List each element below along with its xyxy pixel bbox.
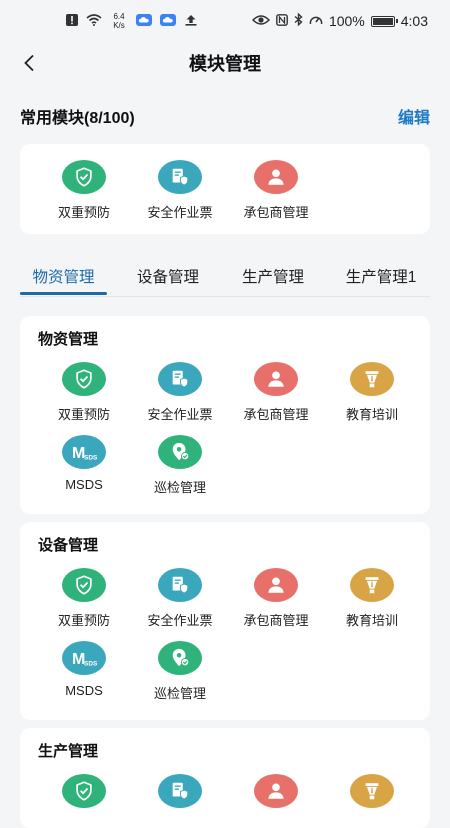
common-modules-header: 常用模块(8/100) 编辑: [20, 100, 430, 132]
status-right: 100% 4:03: [251, 12, 428, 29]
module-anquan[interactable]: 安全作业票: [132, 362, 228, 423]
wifi-icon: [86, 13, 102, 29]
map-pin-check-icon: [158, 435, 202, 469]
shield-check-icon: [62, 568, 106, 602]
document-shield-icon: [158, 774, 202, 808]
section-grid: 双重预防 安全作业票 承包商管理 教育培训 M SDS MSDS 巡检管理: [36, 568, 420, 702]
battery-percent: 100%: [328, 13, 365, 29]
module-xunjian[interactable]: 巡检管理: [132, 641, 228, 702]
map-pin-check-icon: [158, 641, 202, 675]
net-speed-unit: K/s: [113, 21, 125, 30]
section-card-wuzi: 物资管理 双重预防 安全作业票 承包商管理 教育培训 M SDS MSDS 巡检…: [20, 316, 430, 514]
shield-check-icon: [62, 160, 106, 194]
alert-icon: [66, 13, 78, 29]
msds-icon: M SDS: [62, 435, 106, 469]
person-icon: [254, 774, 298, 808]
module-label: 教育培训: [345, 407, 398, 422]
title-bar: 模块管理: [0, 42, 450, 84]
shield-check-icon: [62, 774, 106, 808]
msds-icon: M SDS: [62, 641, 106, 675]
battery-icon: [370, 15, 398, 27]
upload-icon: [184, 13, 198, 29]
svg-text:SDS: SDS: [84, 661, 97, 668]
module-jiaoyu[interactable]: 教育培训: [324, 362, 420, 423]
cloud-sync-icon: [160, 13, 176, 29]
module-label: 安全作业票: [147, 205, 213, 220]
module-chengbao[interactable]: 承包商管理: [228, 160, 324, 221]
tab-shengchan[interactable]: 生产管理: [229, 256, 317, 296]
category-tabs: 物资管理 设备管理 生产管理 生产管理1: [20, 256, 430, 297]
speedometer-icon: [309, 13, 323, 29]
module-anquan[interactable]: 安全作业票: [132, 568, 228, 629]
person-icon: [254, 160, 298, 194]
module-label: 双重预防: [57, 205, 110, 220]
edit-button[interactable]: 编辑: [398, 104, 430, 128]
module-jiaoyu[interactable]: 教育培训: [324, 568, 420, 629]
svg-text:SDS: SDS: [84, 455, 97, 462]
module-label: 安全作业票: [147, 407, 213, 422]
pen-nib-icon: [350, 362, 394, 396]
back-button[interactable]: [14, 48, 44, 78]
module-label: 双重预防: [57, 407, 110, 422]
net-speed: 6.4 K/s: [110, 12, 128, 30]
module-chengbao[interactable]: 承包商管理: [228, 568, 324, 629]
chevron-left-icon: [24, 54, 34, 72]
tab-shengchan-1[interactable]: 生产管理1: [332, 256, 430, 296]
tab-indicator: [20, 292, 107, 295]
section-card-shebei: 设备管理 双重预防 安全作业票 承包商管理 教育培训 M SDS MSDS 巡检…: [20, 522, 430, 720]
module-shuangchong[interactable]: 双重预防: [36, 362, 132, 423]
status-time: 4:03: [400, 13, 428, 29]
document-shield-icon: [158, 568, 202, 602]
module-label: 巡检管理: [153, 480, 206, 495]
nfc-icon: [276, 13, 288, 29]
module-label: MSDS: [65, 477, 103, 492]
shield-check-icon: [62, 362, 106, 396]
module-xunjian[interactable]: 巡检管理: [132, 435, 228, 496]
cloud-icon: [136, 13, 152, 29]
person-icon: [254, 362, 298, 396]
status-bar: 6.4 K/s 100% 4:03: [0, 0, 450, 42]
module-shuangchong[interactable]: 双重预防: [36, 160, 132, 221]
section-title: 生产管理: [38, 743, 99, 760]
module-chengbao[interactable]: 承包商管理: [228, 362, 324, 423]
person-icon: [254, 568, 298, 602]
module-chengbao[interactable]: [228, 774, 324, 808]
page-title: 模块管理: [189, 54, 261, 74]
module-shuangchong[interactable]: [36, 774, 132, 808]
module-anquan[interactable]: 安全作业票: [132, 160, 228, 221]
document-shield-icon: [158, 362, 202, 396]
module-msds[interactable]: M SDS MSDS: [36, 641, 132, 702]
module-msds[interactable]: M SDS MSDS: [36, 435, 132, 496]
module-label: 双重预防: [57, 613, 110, 628]
common-modules-grid: 双重预防 安全作业票 承包商管理: [36, 160, 420, 221]
module-label: 承包商管理: [243, 205, 309, 220]
tab-wuzi[interactable]: 物资管理: [20, 256, 107, 296]
common-modules-card: 双重预防 安全作业票 承包商管理: [20, 144, 430, 234]
module-jiaoyu[interactable]: [324, 774, 420, 808]
module-label: 承包商管理: [243, 407, 309, 422]
eye-icon: [251, 13, 270, 29]
pen-nib-icon: [350, 568, 394, 602]
section-card-shengchan: 生产管理: [20, 728, 430, 828]
bluetooth-icon: [294, 12, 303, 29]
net-speed-value: 6.4: [113, 12, 125, 21]
module-label: 教育培训: [345, 613, 398, 628]
module-label: 安全作业票: [147, 613, 213, 628]
pen-nib-icon: [350, 774, 394, 808]
module-shuangchong[interactable]: 双重预防: [36, 568, 132, 629]
tab-shebei[interactable]: 设备管理: [124, 256, 212, 296]
section-title: 设备管理: [38, 537, 99, 554]
module-anquan[interactable]: [132, 774, 228, 808]
document-shield-icon: [158, 160, 202, 194]
module-label: 巡检管理: [153, 686, 206, 701]
common-modules-title: 常用模块(8/100): [20, 110, 135, 127]
module-label: 承包商管理: [243, 613, 309, 628]
section-title: 物资管理: [38, 331, 99, 348]
status-left: 6.4 K/s: [66, 12, 198, 30]
section-grid: [36, 774, 420, 808]
module-label: MSDS: [65, 683, 103, 698]
section-grid: 双重预防 安全作业票 承包商管理 教育培训 M SDS MSDS 巡检管理: [36, 362, 420, 496]
